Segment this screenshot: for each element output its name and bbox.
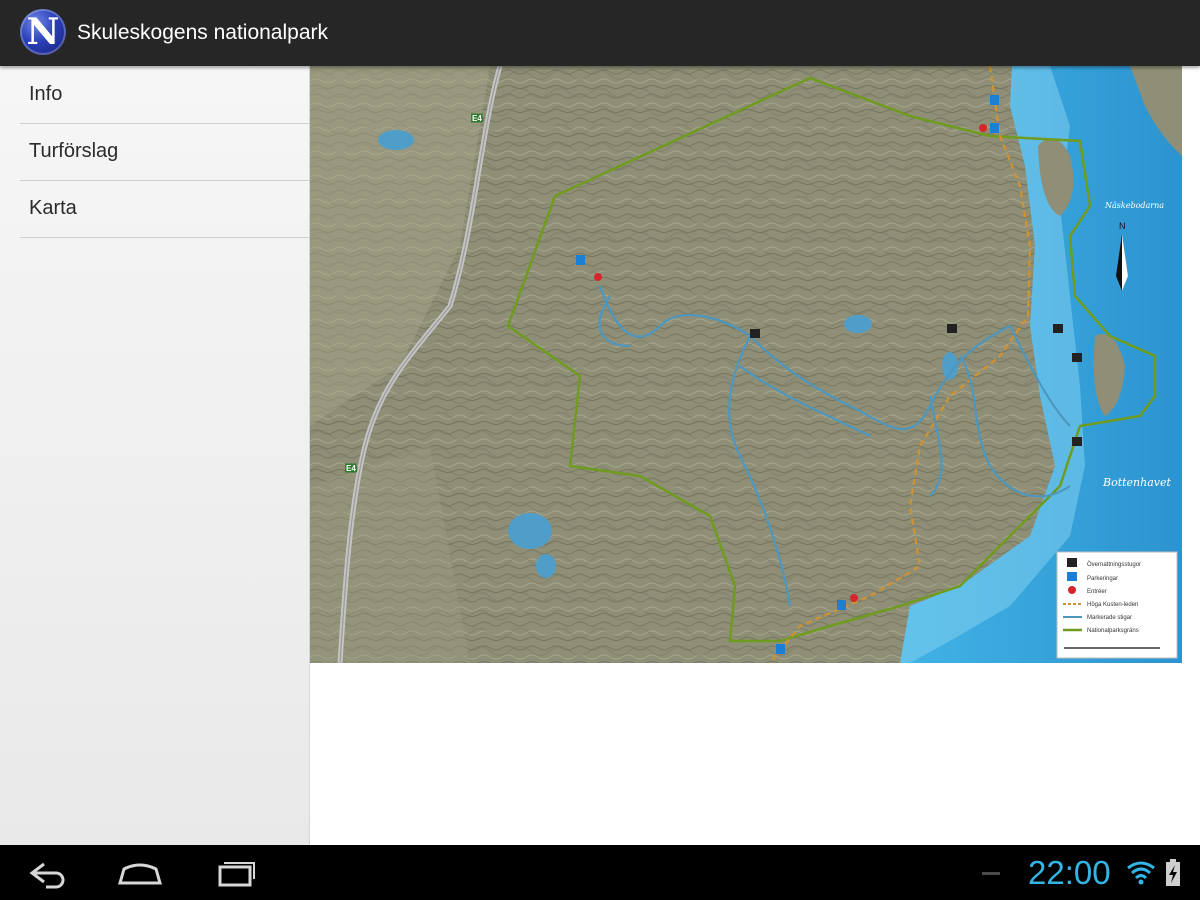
legend-label: Nationalparksgräns bbox=[1087, 628, 1139, 634]
park-map[interactable]: E4 E4 Bottenhavet Näskebodarna N Övernat… bbox=[310, 66, 1182, 663]
park-map-image: E4 E4 Bottenhavet Näskebodarna N Övernat… bbox=[310, 66, 1182, 663]
wifi-icon bbox=[1127, 861, 1155, 885]
legend-label: Markerade stigar bbox=[1087, 615, 1132, 621]
legend-label: Parkeringar bbox=[1087, 576, 1118, 582]
map-road-label: E4 bbox=[346, 464, 356, 473]
content-area: E4 E4 Bottenhavet Näskebodarna N Övernat… bbox=[310, 66, 1200, 845]
status-clock[interactable]: 22:00 bbox=[1028, 854, 1111, 892]
drawer-item-label: Turförslag bbox=[29, 140, 119, 162]
drawer-item-label: Info bbox=[29, 83, 63, 105]
north-label: N bbox=[1119, 221, 1126, 231]
action-bar: N Skuleskogens nationalpark bbox=[0, 0, 1200, 66]
recent-apps-button[interactable] bbox=[204, 855, 268, 891]
map-road-label: E4 bbox=[472, 114, 482, 123]
notification-indicator[interactable] bbox=[982, 872, 1000, 875]
back-icon bbox=[29, 862, 65, 889]
drawer-item-karta[interactable]: Karta bbox=[20, 180, 310, 238]
app-title: Skuleskogens nationalpark bbox=[77, 21, 328, 44]
map-legend: Övernattningsstugor Parkeringar Entréer … bbox=[1056, 551, 1178, 659]
legend-label: Entréer bbox=[1087, 589, 1107, 595]
home-icon bbox=[118, 863, 162, 885]
recent-apps-icon bbox=[218, 862, 255, 887]
drawer-item-label: Karta bbox=[29, 197, 77, 219]
map-sea-label: Bottenhavet bbox=[1102, 476, 1172, 489]
app-logo-icon[interactable]: N bbox=[20, 9, 66, 55]
drawer-item-turforslag[interactable]: Turförslag bbox=[20, 123, 310, 181]
drawer-item-info[interactable]: Info bbox=[20, 66, 310, 124]
app-logo-letter: N bbox=[26, 11, 60, 53]
legend-label: Höga Kusten-leden bbox=[1087, 602, 1138, 608]
home-button[interactable] bbox=[108, 855, 172, 891]
battery-charging-icon bbox=[1166, 859, 1180, 886]
navigation-drawer: Info Turförslag Karta bbox=[0, 66, 310, 845]
system-navigation-bar: 22:00 bbox=[0, 845, 1200, 900]
back-button[interactable] bbox=[16, 855, 80, 891]
map-bay-label: Näskebodarna bbox=[1104, 201, 1164, 210]
legend-label: Övernattningsstugor bbox=[1087, 561, 1141, 568]
